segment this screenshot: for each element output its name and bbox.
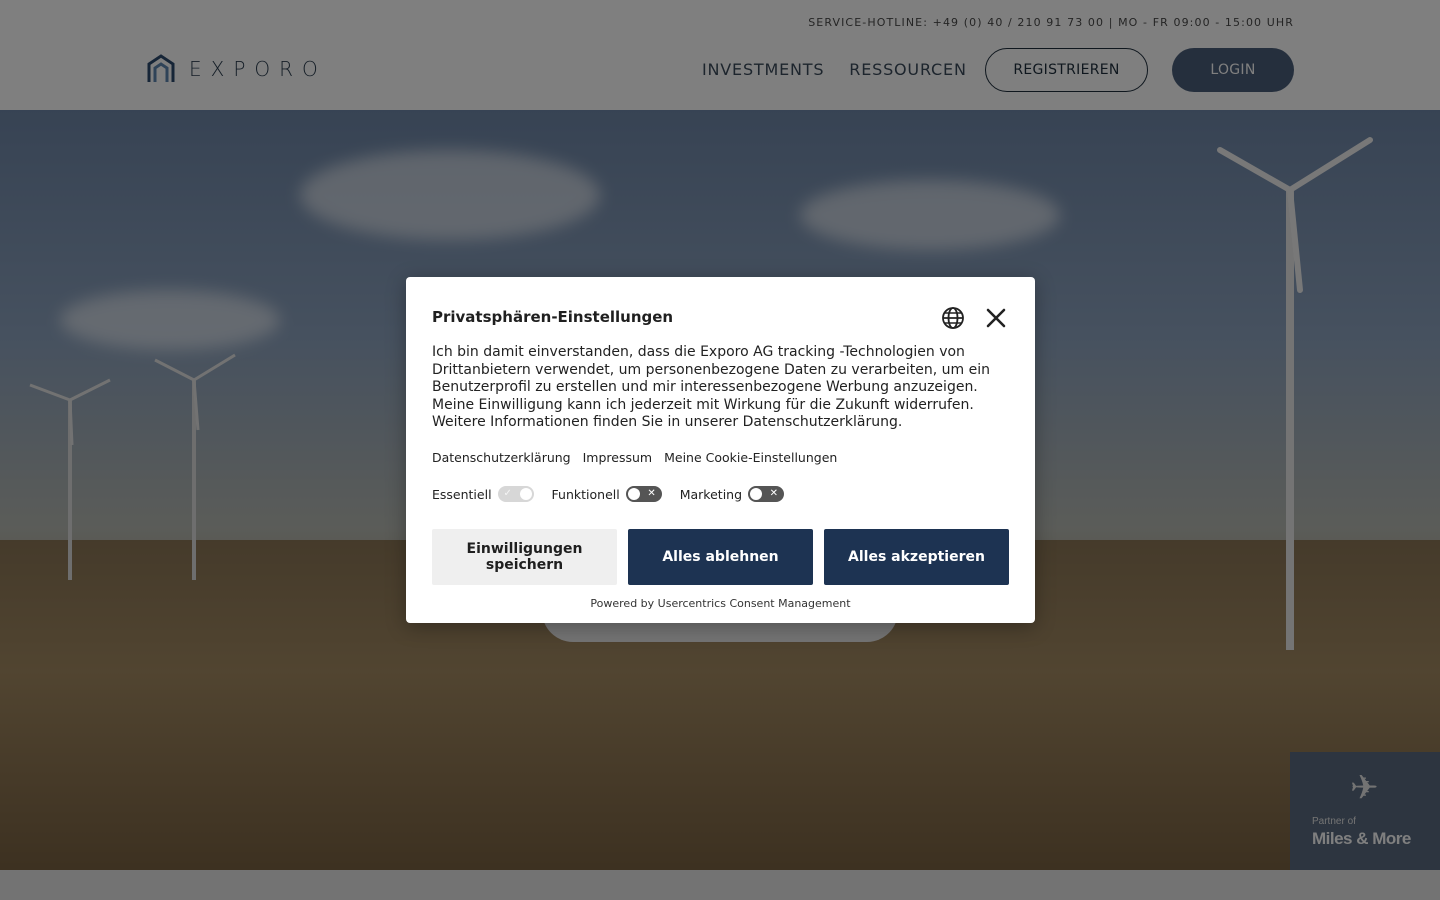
cross-icon: ✕ [769, 488, 779, 499]
deny-all-button[interactable]: Alles ablehnen [628, 529, 813, 585]
toggle-label: Marketing [679, 486, 743, 502]
link-impressum[interactable]: Impressum [583, 450, 652, 465]
toggle-label: Funktionell [551, 486, 620, 502]
dialog-title: Privatsphären-Einstellungen [432, 308, 674, 326]
consent-links: Datenschutzerklärung Impressum Meine Coo… [432, 450, 837, 465]
powered-by[interactable]: Powered by Usercentrics Consent Manageme… [406, 597, 1035, 610]
consent-dialog: Privatsphären-Einstellungen Ich bin dami… [406, 277, 1035, 623]
language-globe-icon[interactable] [941, 306, 965, 330]
accept-all-button[interactable]: Alles akzeptieren [824, 529, 1009, 585]
cross-icon: ✕ [647, 488, 656, 499]
toggle-label: Essentiell [432, 486, 492, 502]
link-datenschutz[interactable]: Datenschutzerklärung [432, 450, 571, 465]
close-icon[interactable] [984, 306, 1008, 330]
save-consent-button[interactable]: Einwilligungen speichern [432, 529, 617, 585]
marketing-switch[interactable]: ✕ [748, 486, 785, 502]
toggle-essentiell: Essentiell ✓ [432, 486, 534, 502]
toggle-funktionell: Funktionell ✕ [552, 486, 662, 502]
consent-text: Ich bin damit einverstanden, dass die Ex… [432, 344, 990, 430]
funktionell-switch[interactable]: ✕ [625, 486, 662, 502]
check-icon: ✓ [503, 488, 512, 499]
link-cookie-settings[interactable]: Meine Cookie-Einstellungen [664, 450, 837, 465]
toggle-marketing: Marketing ✕ [679, 486, 785, 502]
essentiell-switch: ✓ [497, 486, 534, 502]
consent-toggles: Essentiell ✓ Funktionell ✕ Marketing ✕ [432, 486, 802, 502]
